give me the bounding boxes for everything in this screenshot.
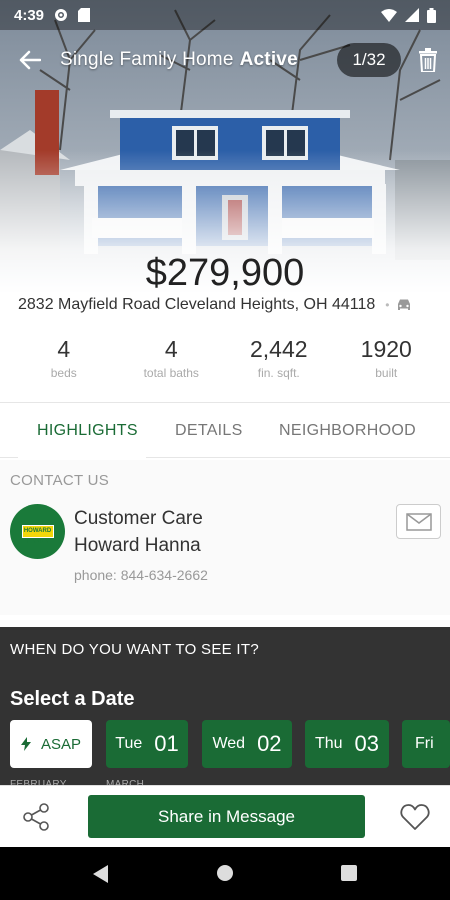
nav-back-button[interactable] — [92, 864, 110, 889]
status-bar: 4:39 — [0, 0, 450, 30]
logo-badge: HOWARD HANNA — [21, 525, 54, 545]
stat-label: beds — [50, 366, 77, 380]
wifi-icon — [381, 8, 397, 22]
date-option-button[interactable]: Thu 03 — [305, 720, 389, 768]
contact-name-line2: Howard Hanna — [74, 535, 201, 556]
listing-status: Active — [239, 49, 298, 70]
triangle-back-icon — [93, 865, 108, 883]
share-button[interactable] — [18, 799, 54, 835]
listing-type-title: Single Family Home Active — [60, 49, 298, 71]
stat-label: fin. sqft. — [257, 366, 300, 380]
tab-highlights[interactable]: HIGHLIGHTS — [37, 422, 138, 440]
battery-icon — [427, 7, 436, 23]
date-option-button[interactable]: Tue 01 — [106, 720, 188, 768]
tab-neighborhood[interactable]: NEIGHBORHOOD — [279, 422, 416, 440]
tab-details[interactable]: DETAILS — [175, 422, 243, 440]
date-weekday: Tue — [115, 735, 143, 752]
bottom-action-bar: Share in Message — [0, 785, 450, 847]
stat-baths: 4 total baths — [121, 336, 221, 400]
schedule-question: WHEN DO YOU WANT TO SEE IT? — [10, 641, 259, 658]
stat-sqft: 2,442 fin. sqft. — [229, 336, 329, 400]
listing-detail-screen: 4:39 Single Family Home Active 1/32 $279… — [0, 0, 450, 900]
car-icon[interactable] — [396, 298, 412, 312]
howard-hanna-logo: HOWARD HANNA — [10, 504, 65, 559]
date-asap-button[interactable]: ASAP — [10, 720, 92, 768]
date-weekday: Thu — [314, 735, 343, 752]
date-weekday: Fri — [415, 735, 434, 752]
date-day: 02 — [257, 731, 282, 756]
date-option-button[interactable]: Fri — [402, 720, 450, 768]
stat-value: 4 — [57, 336, 71, 362]
property-type: Single Family Home — [60, 49, 234, 70]
arrow-left-icon — [19, 50, 41, 70]
stat-value: 2,442 — [249, 336, 308, 362]
top-nav-bar: Single Family Home Active 1/32 — [0, 38, 450, 82]
circle-home-icon — [217, 865, 233, 881]
square-recents-icon — [341, 865, 357, 881]
date-weekday: Wed — [212, 735, 246, 752]
listing-address: 2832 Mayfield Road Cleveland Heights, OH… — [18, 296, 376, 313]
schedule-tour-section: WHEN DO YOU WANT TO SEE IT? Select a Dat… — [0, 627, 450, 790]
stat-year-built: 1920 built — [336, 336, 436, 400]
asap-label: ASAP — [40, 735, 82, 753]
lightning-bolt-icon — [20, 737, 31, 751]
date-picker-row: ASAP Tue 01 Wed 02 Thu 03 Fri — [10, 720, 450, 770]
share-icon — [23, 803, 49, 831]
back-button[interactable] — [0, 38, 60, 82]
trash-icon — [419, 48, 437, 72]
android-navigation-bar — [0, 847, 450, 900]
contact-phone[interactable]: phone: 844-634-2662 — [74, 567, 208, 583]
date-day: 03 — [354, 731, 380, 756]
stat-beds: 4 beds — [14, 336, 114, 400]
nav-home-button[interactable] — [216, 864, 234, 887]
gear-icon — [55, 9, 68, 21]
status-time: 4:39 — [14, 6, 45, 24]
listing-address-row: 2832 Mayfield Road Cleveland Heights, OH… — [18, 296, 438, 314]
nav-recents-button[interactable] — [340, 864, 358, 887]
photo-counter: 1/32 — [337, 43, 401, 77]
contact-section: CONTACT US HOWARD HANNA Customer Care Ho… — [0, 460, 450, 615]
contact-heading: CONTACT US — [10, 472, 110, 489]
heart-icon — [400, 804, 430, 830]
envelope-icon — [405, 512, 432, 531]
date-day: 01 — [154, 731, 179, 756]
stat-value: 1920 — [360, 336, 412, 362]
email-contact-button[interactable] — [396, 504, 441, 539]
contact-name-line1: Customer Care — [74, 508, 203, 529]
share-in-message-button[interactable]: Share in Message — [88, 795, 365, 838]
date-option-button[interactable]: Wed 02 — [202, 720, 292, 768]
listing-price: $279,900 — [145, 252, 305, 294]
sd-card-icon — [78, 8, 91, 22]
property-stats: 4 beds 4 total baths 2,442 fin. sqft. 19… — [0, 336, 450, 400]
address-separator: • — [385, 298, 390, 312]
cellular-icon — [405, 8, 419, 22]
contact-name: Customer Care Howard Hanna — [74, 505, 203, 559]
stat-label: built — [375, 366, 398, 380]
stat-label: total baths — [143, 366, 199, 380]
detail-tabs: HIGHLIGHTS DETAILS NEIGHBORHOOD — [0, 402, 450, 458]
stat-value: 4 — [164, 336, 178, 362]
favorite-button[interactable] — [397, 799, 433, 835]
delete-button[interactable] — [412, 44, 444, 76]
active-tab-indicator — [18, 455, 146, 458]
select-date-title: Select a Date — [10, 688, 135, 710]
